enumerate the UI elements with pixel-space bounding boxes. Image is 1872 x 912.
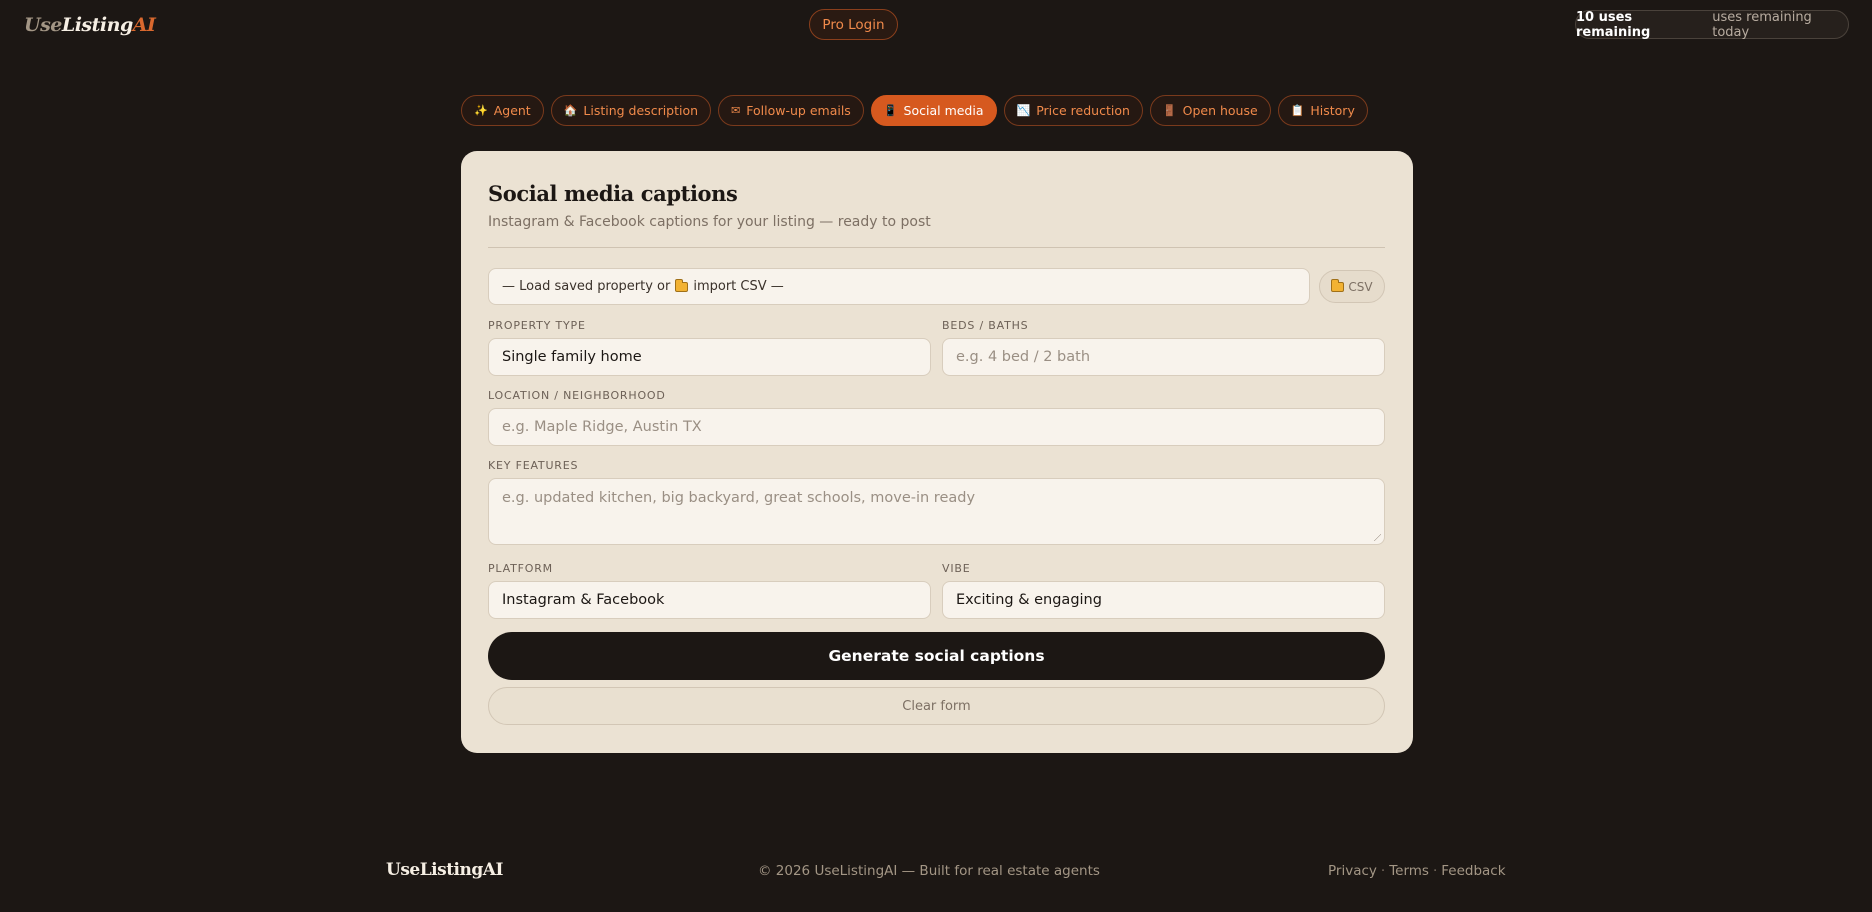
tab-price-reduction[interactable]: 📉 Price reduction	[1003, 95, 1143, 126]
tab-label: Follow-up emails	[746, 103, 851, 118]
door-icon: 🚪	[1162, 104, 1177, 117]
vibe-label: VIBE	[942, 562, 971, 575]
generate-captions-button[interactable]: Generate social captions	[488, 632, 1385, 680]
key-features-label: KEY FEATURES	[488, 459, 579, 472]
beds-baths-input[interactable]: e.g. 4 bed / 2 bath	[942, 338, 1385, 376]
social-captions-card: Social media captions Instagram & Facebo…	[461, 151, 1413, 753]
footer-links: Privacy · Terms · Feedback	[1328, 863, 1506, 879]
tab-open-house[interactable]: 🚪 Open house	[1149, 95, 1271, 126]
resize-handle-icon[interactable]	[1373, 533, 1381, 541]
tab-label: History	[1310, 103, 1355, 118]
clipboard-icon: 📋	[1290, 104, 1305, 117]
import-csv-button[interactable]: CSV	[1319, 270, 1385, 303]
footer-logo: UseListingAI	[386, 860, 503, 880]
tab-follow-up-emails[interactable]: ✉ Follow-up emails	[718, 95, 864, 126]
tab-label: Social media	[903, 103, 984, 118]
page-title: Social media captions	[488, 181, 738, 206]
platform-label: PLATFORM	[488, 562, 553, 575]
property-type-select[interactable]: Single family home	[488, 338, 931, 376]
vibe-select[interactable]: Exciting & engaging	[942, 581, 1385, 619]
feedback-link[interactable]: Feedback	[1441, 863, 1505, 879]
page-subtitle: Instagram & Facebook captions for your l…	[488, 214, 931, 230]
load-saved-property-select[interactable]: — Load saved property or import CSV —	[488, 268, 1310, 305]
tab-label: Open house	[1182, 103, 1258, 118]
house-icon: 🏠	[563, 104, 578, 117]
uses-label: uses remaining today	[1712, 9, 1812, 40]
tab-history[interactable]: 📋 History	[1277, 95, 1368, 126]
tab-label: Price reduction	[1036, 103, 1130, 118]
footer: UseListingAI © 2026 UseListingAI — Built…	[0, 850, 1872, 890]
key-features-textarea[interactable]: e.g. updated kitchen, big backyard, grea…	[488, 478, 1385, 545]
chart-down-icon: 📉	[1016, 104, 1031, 117]
tab-label: Agent	[493, 103, 531, 118]
uses-remaining-badge: 10 uses remaining uses remaining today	[1575, 9, 1849, 40]
folder-icon	[1331, 279, 1345, 294]
tab-label: Listing description	[583, 103, 699, 118]
clear-form-button[interactable]: Clear form	[488, 687, 1385, 725]
pro-login-button[interactable]: Pro Login	[809, 9, 898, 40]
phone-icon: 📱	[883, 104, 898, 117]
divider	[488, 247, 1385, 248]
app-logo[interactable]: UseListingAI	[24, 14, 156, 36]
location-label: LOCATION / NEIGHBORHOOD	[488, 389, 666, 402]
copyright-text: © 2026 UseListingAI — Built for real est…	[758, 863, 1100, 879]
tab-agent[interactable]: ✨ Agent	[461, 95, 544, 126]
terms-link[interactable]: Terms	[1389, 863, 1429, 879]
privacy-link[interactable]: Privacy	[1328, 863, 1377, 879]
uses-count: 10 uses remaining	[1576, 9, 1651, 40]
tab-listing-description[interactable]: 🏠 Listing description	[550, 95, 712, 126]
property-type-label: PROPERTY TYPE	[488, 319, 586, 332]
location-input[interactable]: e.g. Maple Ridge, Austin TX	[488, 408, 1385, 446]
beds-baths-label: BEDS / BATHS	[942, 319, 1029, 332]
top-bar: UseListingAI Pro Login 10 uses remaining…	[0, 0, 1872, 50]
tool-tabs: ✨ Agent 🏠 Listing description ✉ Follow-u…	[461, 95, 1368, 127]
platform-select[interactable]: Instagram & Facebook	[488, 581, 931, 619]
tab-social-media[interactable]: 📱 Social media	[870, 95, 997, 126]
sparkles-icon: ✨	[474, 104, 488, 117]
envelope-icon: ✉	[731, 104, 741, 117]
folder-icon	[675, 278, 689, 294]
